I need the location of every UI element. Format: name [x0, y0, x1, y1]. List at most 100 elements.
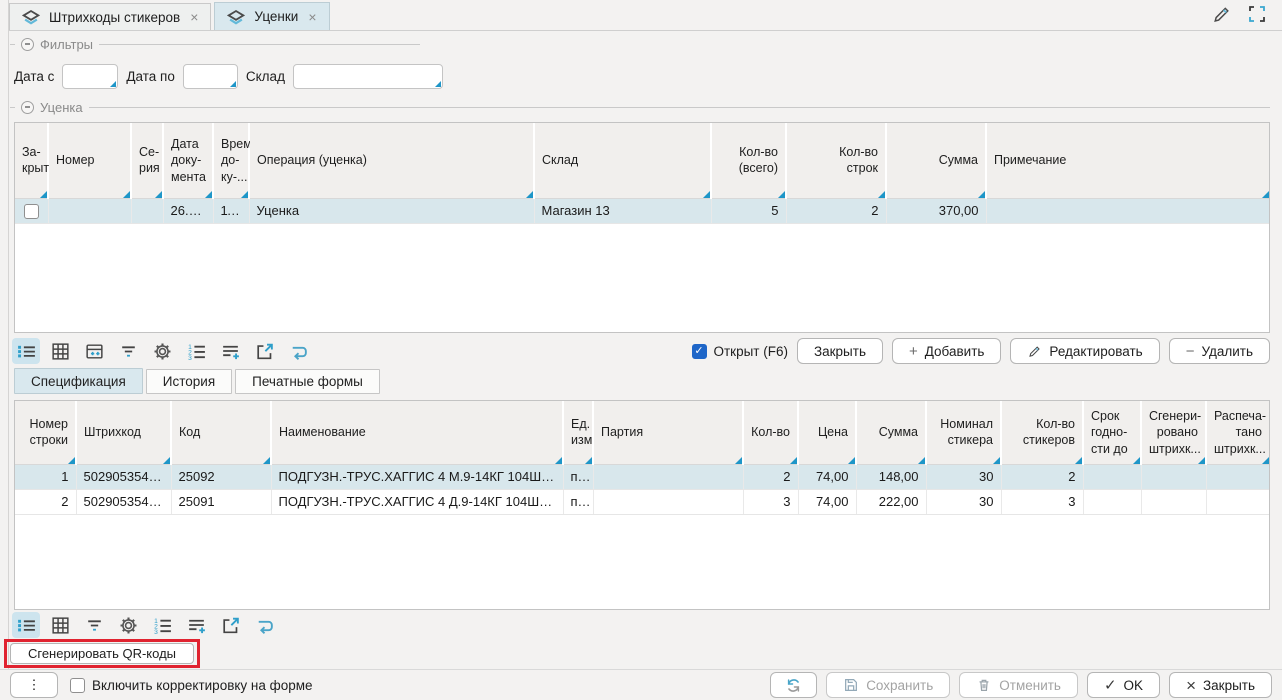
- column-header-doc-date[interactable]: Дата доку- мента: [163, 123, 213, 198]
- add-doc-button[interactable]: +Добавить: [892, 338, 1001, 364]
- numbered-list-button[interactable]: [148, 612, 176, 638]
- close-button[interactable]: ×Закрыть: [1169, 672, 1272, 698]
- column-header-sticker-qty[interactable]: Кол-во стикеров: [1001, 401, 1083, 464]
- settings-button[interactable]: [148, 338, 176, 364]
- annotation-highlight-box: Сгенерировать QR-коды: [4, 639, 200, 668]
- column-header-qty-lines[interactable]: Кол-во строк: [786, 123, 886, 198]
- collapse-markdown-icon[interactable]: [21, 101, 34, 114]
- document-row[interactable]: 26.11.25 11:03 Уценка Магазин 13 5 2 370…: [15, 198, 1269, 223]
- open-external-button[interactable]: [250, 338, 278, 364]
- tab-history[interactable]: История: [146, 369, 232, 394]
- column-header-batch[interactable]: Партия: [593, 401, 743, 464]
- cancel-button[interactable]: Отменить: [959, 672, 1078, 698]
- specification-toolbar: [12, 611, 278, 639]
- close-doc-button[interactable]: Закрыть: [797, 338, 883, 364]
- column-header-line-number[interactable]: Номер строки: [15, 401, 76, 464]
- date-from-input[interactable]: [62, 64, 118, 89]
- cross-icon: ×: [1186, 677, 1196, 694]
- trash-icon: [976, 677, 992, 693]
- edit-doc-button[interactable]: Редактировать: [1010, 338, 1159, 364]
- tab-close-icon[interactable]: ×: [308, 9, 316, 25]
- generate-qr-button[interactable]: Сгенерировать QR-коды: [10, 643, 194, 664]
- delete-doc-button[interactable]: −Удалить: [1169, 338, 1270, 364]
- list-plus-icon: [220, 341, 241, 362]
- settings-button[interactable]: [114, 612, 142, 638]
- column-header-printed[interactable]: Распеча- тано штрихк...: [1206, 401, 1269, 464]
- column-header-qty-total[interactable]: Кол-во (всего): [711, 123, 786, 198]
- column-header-expiry[interactable]: Срок годно- сти до: [1083, 401, 1141, 464]
- gear-icon: [152, 341, 173, 362]
- doc-qty-lines-cell: 2: [786, 198, 886, 223]
- ok-button[interactable]: ✓OK: [1087, 672, 1160, 698]
- correction-checkbox[interactable]: Включить корректировку на форме: [70, 678, 313, 693]
- tab-barcode-stickers[interactable]: Штрихкоды стикеров ×: [9, 3, 211, 30]
- spec-row[interactable]: 2 5029053545844 25091 ПОДГУЗН.-ТРУС.ХАГГ…: [15, 489, 1269, 514]
- column-header-operation[interactable]: Операция (уценка): [249, 123, 534, 198]
- doc-qty-total-cell: 5: [711, 198, 786, 223]
- add-row-button[interactable]: [182, 612, 210, 638]
- add-row-button[interactable]: [216, 338, 244, 364]
- tab-specification[interactable]: Спецификация: [14, 368, 143, 394]
- checkbox-checked-icon[interactable]: ✓: [692, 344, 707, 359]
- numbered-list-button[interactable]: [182, 338, 210, 364]
- reload-button[interactable]: [250, 612, 278, 638]
- specification-table: Номер строки Штрихкод Код Наименование Е…: [14, 400, 1270, 610]
- plus-icon: +: [909, 344, 918, 359]
- date-from-label: Дата с: [14, 69, 54, 84]
- column-header-sum[interactable]: Сумма: [856, 401, 926, 464]
- column-header-doc-time[interactable]: Врем до- ку-...: [213, 123, 249, 198]
- tab-label: Штрихкоды стикеров: [49, 10, 180, 25]
- markdown-group-title: Уценка: [40, 100, 83, 115]
- list-view-button[interactable]: [12, 338, 40, 364]
- filter-button[interactable]: [80, 612, 108, 638]
- list-view-button[interactable]: [12, 612, 40, 638]
- column-header-generated[interactable]: Сгенери- ровано штрихк...: [1141, 401, 1206, 464]
- fullscreen-button[interactable]: [1246, 3, 1268, 25]
- repeat-icon: [288, 341, 309, 362]
- filter-icon: [118, 341, 139, 362]
- tab-close-icon[interactable]: ×: [190, 9, 198, 25]
- save-button[interactable]: Сохранить: [826, 672, 950, 698]
- grid-view-button[interactable]: [46, 612, 74, 638]
- reload-button[interactable]: [284, 338, 312, 364]
- column-header-number[interactable]: Номер: [48, 123, 131, 198]
- document-tabbar: Штрихкоды стикеров × Уценки ×: [9, 3, 1282, 31]
- expand-icon: [1247, 4, 1267, 24]
- column-header-note[interactable]: Примечание: [986, 123, 1269, 198]
- tab-print-forms[interactable]: Печатные формы: [235, 369, 380, 394]
- column-header-series[interactable]: Се- рия: [131, 123, 163, 198]
- minus-icon: −: [1186, 344, 1195, 359]
- refresh-button[interactable]: [770, 672, 817, 698]
- spec-row[interactable]: 1 5029053545837 25092 ПОДГУЗН.-ТРУС.ХАГГ…: [15, 464, 1269, 489]
- menu-button[interactable]: ⋮: [10, 672, 58, 698]
- row-closed-checkbox[interactable]: [24, 204, 39, 219]
- grid-view-button[interactable]: [46, 338, 74, 364]
- filter-button[interactable]: [114, 338, 142, 364]
- column-header-code[interactable]: Код: [171, 401, 271, 464]
- open-f6-checkbox[interactable]: ✓ Открыт (F6): [692, 344, 788, 359]
- column-header-warehouse[interactable]: Склад: [534, 123, 711, 198]
- column-header-closed[interactable]: За- крыт: [15, 123, 48, 198]
- date-to-input[interactable]: [183, 64, 238, 89]
- calendar-add-button[interactable]: [80, 338, 108, 364]
- column-header-sum[interactable]: Сумма: [886, 123, 986, 198]
- column-header-unit[interactable]: Ед. изм: [563, 401, 593, 464]
- column-header-qty[interactable]: Кол-во: [743, 401, 798, 464]
- numbered-list-icon: [152, 615, 173, 636]
- doc-date-cell: 26.11.25: [163, 198, 213, 223]
- column-header-name[interactable]: Наименование: [271, 401, 563, 464]
- pencil-icon: [1027, 344, 1042, 359]
- pencil-icon: [1211, 4, 1232, 25]
- column-header-sticker-nominal[interactable]: Номинал стикера: [926, 401, 1001, 464]
- column-header-barcode[interactable]: Штрихкод: [76, 401, 171, 464]
- tab-markdowns[interactable]: Уценки ×: [214, 2, 329, 30]
- warehouse-input[interactable]: [293, 64, 443, 89]
- filters-row: Дата с Дата по Склад: [14, 63, 443, 89]
- edit-button[interactable]: [1210, 3, 1232, 25]
- statusbar-actions: Сохранить Отменить ✓OK ×Закрыть: [770, 672, 1272, 698]
- column-header-price[interactable]: Цена: [798, 401, 856, 464]
- checkbox-unchecked-icon[interactable]: [70, 678, 85, 693]
- filter-icon: [84, 615, 105, 636]
- open-external-button[interactable]: [216, 612, 244, 638]
- collapse-filters-icon[interactable]: [21, 38, 34, 51]
